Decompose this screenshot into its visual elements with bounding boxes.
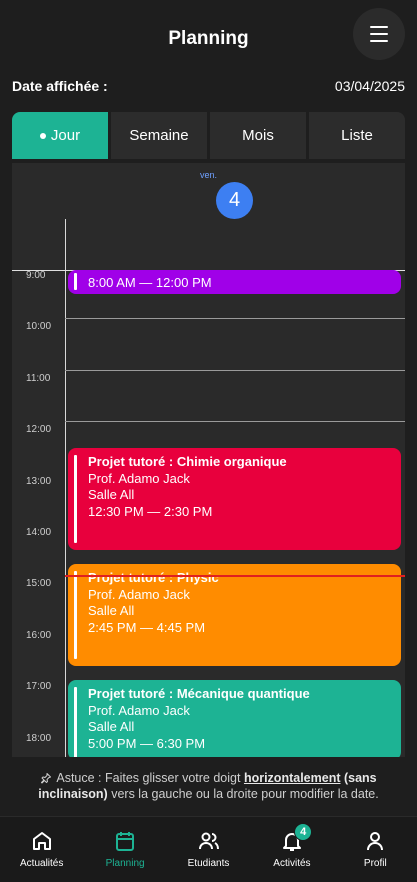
swipe-tip: Astuce : Faites glisser votre doigt hori… [38, 771, 379, 801]
nav-activites[interactable]: Activités 4 [250, 817, 333, 882]
displayed-date-row: Date affichée : 03/04/2025 [12, 78, 405, 98]
day-header: ven. 4 [12, 163, 405, 219]
tab-jour[interactable]: Jour [12, 112, 108, 159]
nav-profil[interactable]: Profil [334, 817, 417, 882]
view-tabs: Jour Semaine Mois Liste [12, 112, 405, 159]
hour-label: 16:00 [26, 630, 52, 641]
hour-line [65, 370, 405, 371]
tab-liste[interactable]: Liste [309, 112, 405, 159]
pin-icon [41, 773, 52, 784]
nav-actualites[interactable]: Actualités [0, 817, 83, 882]
event-title: Projet tutoré : Mécanique quantique [88, 686, 310, 701]
hour-label: 9:00 [26, 270, 46, 281]
hour-label: 12:00 [26, 424, 52, 435]
event-time: 8:00 AM — 12:00 PM [88, 275, 212, 290]
nav-planning[interactable]: Planning [83, 817, 166, 882]
event-room: Salle All [88, 487, 135, 502]
app-header: Planning [0, 0, 417, 76]
event-block[interactable]: Projet tutoré : Mécanique quantique Prof… [68, 680, 401, 757]
time-axis-line [65, 219, 66, 757]
day-number[interactable]: 4 [216, 182, 253, 219]
calendar-icon [116, 832, 135, 851]
event-block[interactable]: Projet tutoré : Physic Prof. Adamo Jack … [68, 564, 401, 666]
event-time: 2:45 PM — 4:45 PM [88, 619, 206, 635]
home-icon [32, 832, 51, 850]
user-icon [367, 832, 384, 851]
event-time: 12:30 PM — 2:30 PM [88, 503, 213, 519]
displayed-date-value[interactable]: 03/04/2025 [335, 78, 405, 94]
menu-button[interactable] [353, 8, 405, 60]
event-teacher: Prof. Adamo Jack [88, 586, 190, 602]
event-title: Projet tutoré : Chimie organique [88, 454, 287, 469]
event-block[interactable]: Projet tutoré : Chimie organique Prof. A… [68, 448, 401, 550]
event-teacher: Prof. Adamo Jack [88, 702, 190, 718]
bottom-navigation: Actualités Planning Etudiants Activités … [0, 816, 417, 882]
nav-etudiants[interactable]: Etudiants [167, 817, 250, 882]
event-room: Salle All [88, 719, 135, 734]
event-teacher: Prof. Adamo Jack [88, 470, 190, 486]
event-title: Projet tutoré : Physic [88, 570, 219, 585]
displayed-date-label: Date affichée : [12, 78, 108, 94]
event-block[interactable]: 8:00 AM — 12:00 PM [68, 270, 401, 294]
hour-label: 14:00 [26, 527, 52, 538]
day-calendar[interactable]: ven. 4 9:00 10:00 11:00 12:00 13:00 14:0… [12, 163, 405, 757]
hour-label: 10:00 [26, 321, 52, 332]
hour-line [65, 421, 405, 422]
hour-label: 13:00 [26, 476, 52, 487]
hour-label: 18:00 [26, 733, 52, 744]
active-dot-icon [39, 132, 46, 139]
notification-badge: 4 [294, 823, 313, 841]
users-icon [198, 832, 219, 850]
hour-label: 17:00 [26, 681, 52, 692]
hamburger-menu-icon [370, 26, 388, 28]
tab-mois[interactable]: Mois [210, 112, 306, 159]
hour-label: 11:00 [26, 373, 51, 384]
tab-semaine[interactable]: Semaine [111, 112, 207, 159]
hour-line [65, 318, 405, 319]
event-room: Salle All [88, 603, 135, 618]
current-time-indicator [65, 575, 405, 577]
event-time: 5:00 PM — 6:30 PM [88, 735, 206, 751]
hour-label: 15:00 [26, 578, 52, 589]
day-name: ven. [199, 170, 217, 180]
